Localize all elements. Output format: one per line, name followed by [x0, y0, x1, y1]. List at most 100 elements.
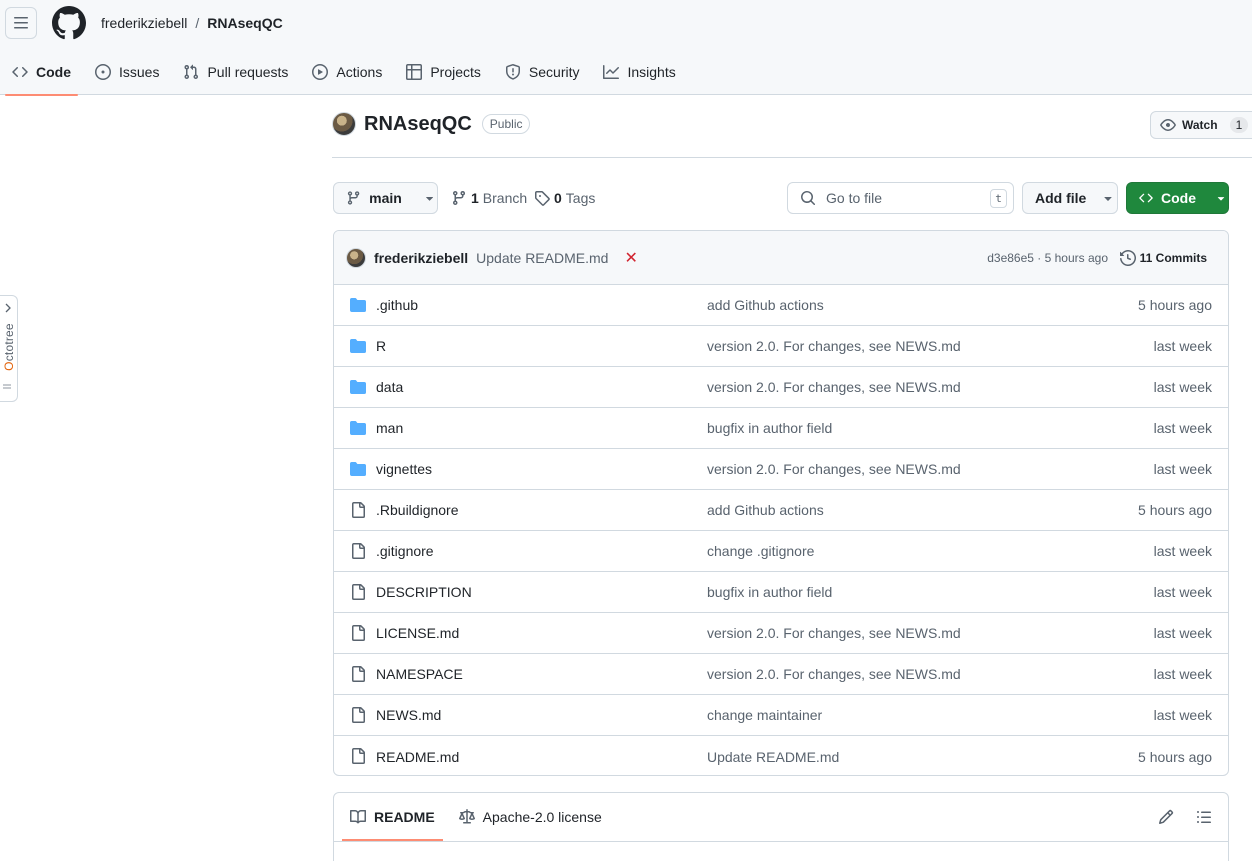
file-type-icon [350, 666, 366, 682]
file-name[interactable]: R [376, 338, 386, 354]
file-commit-message[interactable]: version 2.0. For changes, see NEWS.md [707, 666, 961, 682]
menu-button[interactable] [5, 7, 37, 39]
file-row[interactable]: man bugfix in author field last week [334, 408, 1228, 449]
folder-icon [350, 298, 366, 312]
visibility-badge: Public [481, 114, 531, 134]
check-failed-icon[interactable]: ✕ [624, 248, 637, 268]
file-icon [352, 748, 365, 764]
list-outline-icon[interactable] [1196, 809, 1212, 825]
file-row[interactable]: LICENSE.md version 2.0. For changes, see … [334, 613, 1228, 654]
file-name[interactable]: LICENSE.md [376, 625, 459, 641]
play-icon [312, 64, 329, 80]
repo-tabs: Code Issues Pull requests Actions Projec… [0, 52, 688, 96]
file-name[interactable]: man [376, 420, 403, 436]
file-row[interactable]: data version 2.0. For changes, see NEWS.m… [334, 367, 1228, 408]
file-row[interactable]: .Rbuildignore add Github actions 5 hours a… [334, 490, 1228, 531]
tab-pull-requests[interactable]: Pull requests [171, 53, 300, 91]
issue-icon [95, 64, 111, 80]
app-header: frederikziebell / RNAseqQC Code Issues P… [0, 0, 1252, 96]
file-row[interactable]: README.md Update README.md 5 hours ago [334, 736, 1228, 775]
octotree-toggle[interactable]: Octotree [0, 295, 18, 402]
branches-count: 1 [471, 190, 479, 206]
file-row[interactable]: vignettes version 2.0. For changes, see N… [334, 449, 1228, 490]
file-name[interactable]: DESCRIPTION [376, 584, 472, 600]
file-name[interactable]: NAMESPACE [376, 666, 463, 682]
repo-name[interactable]: RNAseqQC [364, 113, 472, 136]
file-commit-message[interactable]: add Github actions [707, 297, 824, 313]
file-row[interactable]: NEWS.md change maintainer last week [334, 695, 1228, 736]
git-branch-icon [347, 191, 360, 205]
file-row[interactable]: Rversion 2.0. For changes, see NEWS.md la… [334, 326, 1228, 367]
file-commit-message[interactable]: add Github actions [707, 502, 824, 518]
file-commit-message[interactable]: version 2.0. For changes, see NEWS.md [707, 625, 961, 641]
tab-security[interactable]: Security [493, 53, 592, 91]
branches-link[interactable]: 1 Branch [451, 190, 527, 206]
file-name[interactable]: NEWS.md [376, 707, 441, 723]
file-name[interactable]: data [376, 379, 403, 395]
readme-tabs: README Apache-2.0 license [334, 793, 1228, 842]
tab-label: Issues [119, 64, 160, 80]
tab-actions[interactable]: Actions [300, 53, 394, 91]
tab-label: Security [528, 64, 580, 80]
search-icon [801, 191, 816, 206]
tags-link[interactable]: 0 Tags [534, 190, 595, 206]
file-rows: .github add Github actions 5 hours ago Rver… [334, 285, 1228, 775]
file-commit-message[interactable]: version 2.0. For changes, see NEWS.md [707, 379, 961, 395]
file-commit-message[interactable]: bugfix in author field [707, 584, 832, 600]
tab-readme[interactable]: README [342, 793, 443, 841]
owner-link[interactable]: frederikziebell [101, 15, 187, 31]
file-row[interactable]: NAMESPACE version 2.0. For changes, see N… [334, 654, 1228, 695]
tab-issues[interactable]: Issues [83, 53, 171, 91]
owner-avatar[interactable] [332, 112, 356, 136]
github-logo-icon[interactable] [52, 6, 86, 40]
watch-button[interactable]: Watch 1 [1150, 111, 1252, 139]
file-commit-message[interactable]: bugfix in author field [707, 420, 832, 436]
file-commit-age: last week [1153, 666, 1212, 682]
tags-label: Tags [565, 190, 596, 206]
go-to-file-input[interactable] [826, 190, 976, 206]
file-commit-message[interactable]: change .gitignore [707, 543, 814, 559]
folder-icon [350, 380, 366, 394]
git-branch-icon [452, 191, 465, 206]
branch-select-button[interactable]: main [333, 182, 438, 214]
tags-count: 0 [554, 190, 562, 206]
tab-license[interactable]: Apache-2.0 license [451, 793, 610, 841]
folder-icon [350, 421, 366, 435]
author-avatar[interactable] [346, 247, 366, 268]
file-name[interactable]: README.md [376, 749, 459, 765]
file-type-icon [350, 584, 366, 600]
file-type-icon [350, 748, 366, 764]
commit-message[interactable]: Update README.md [476, 250, 608, 266]
commit-hash-time[interactable]: d3e86e5 · 5 hours ago [987, 251, 1108, 265]
caret-down-icon [1104, 197, 1112, 201]
file-commit-message[interactable]: version 2.0. For changes, see NEWS.md [707, 461, 961, 477]
file-commit-message[interactable]: Update README.md [707, 749, 839, 765]
watch-count: 1 [1229, 117, 1249, 133]
pencil-icon[interactable] [1158, 809, 1174, 825]
file-name[interactable]: .gitignore [376, 543, 434, 559]
file-commit-age: last week [1153, 584, 1212, 600]
repo-link[interactable]: RNAseqQC [207, 15, 282, 31]
file-row[interactable]: .gitignore change .gitignore last week [334, 531, 1228, 572]
file-commit-message[interactable]: change maintainer [707, 707, 822, 723]
code-icon [12, 66, 28, 78]
tab-insights[interactable]: Insights [591, 53, 687, 91]
commits-history-link[interactable]: 11 Commits [1119, 249, 1207, 266]
file-commit-age: last week [1153, 707, 1212, 723]
file-commit-message[interactable]: version 2.0. For changes, see NEWS.md [707, 338, 961, 354]
file-commit-age: last week [1153, 379, 1212, 395]
file-row[interactable]: DESCRIPTION bugfix in author field last we… [334, 572, 1228, 613]
go-to-file-search[interactable]: t [787, 182, 1014, 214]
file-commit-age: 5 hours ago [1138, 297, 1212, 313]
folder-icon [350, 462, 366, 476]
tab-code[interactable]: Code [0, 53, 83, 96]
file-name[interactable]: .github [376, 297, 418, 313]
code-dropdown-button[interactable]: Code [1126, 182, 1229, 214]
tab-projects[interactable]: Projects [394, 53, 493, 91]
file-name[interactable]: vignettes [376, 461, 432, 477]
file-icon [352, 707, 365, 723]
add-file-button[interactable]: Add file [1022, 182, 1118, 214]
commit-author[interactable]: frederikziebell [374, 250, 468, 266]
file-name[interactable]: .Rbuildignore [376, 502, 459, 518]
file-row[interactable]: .github add Github actions 5 hours ago [334, 285, 1228, 326]
